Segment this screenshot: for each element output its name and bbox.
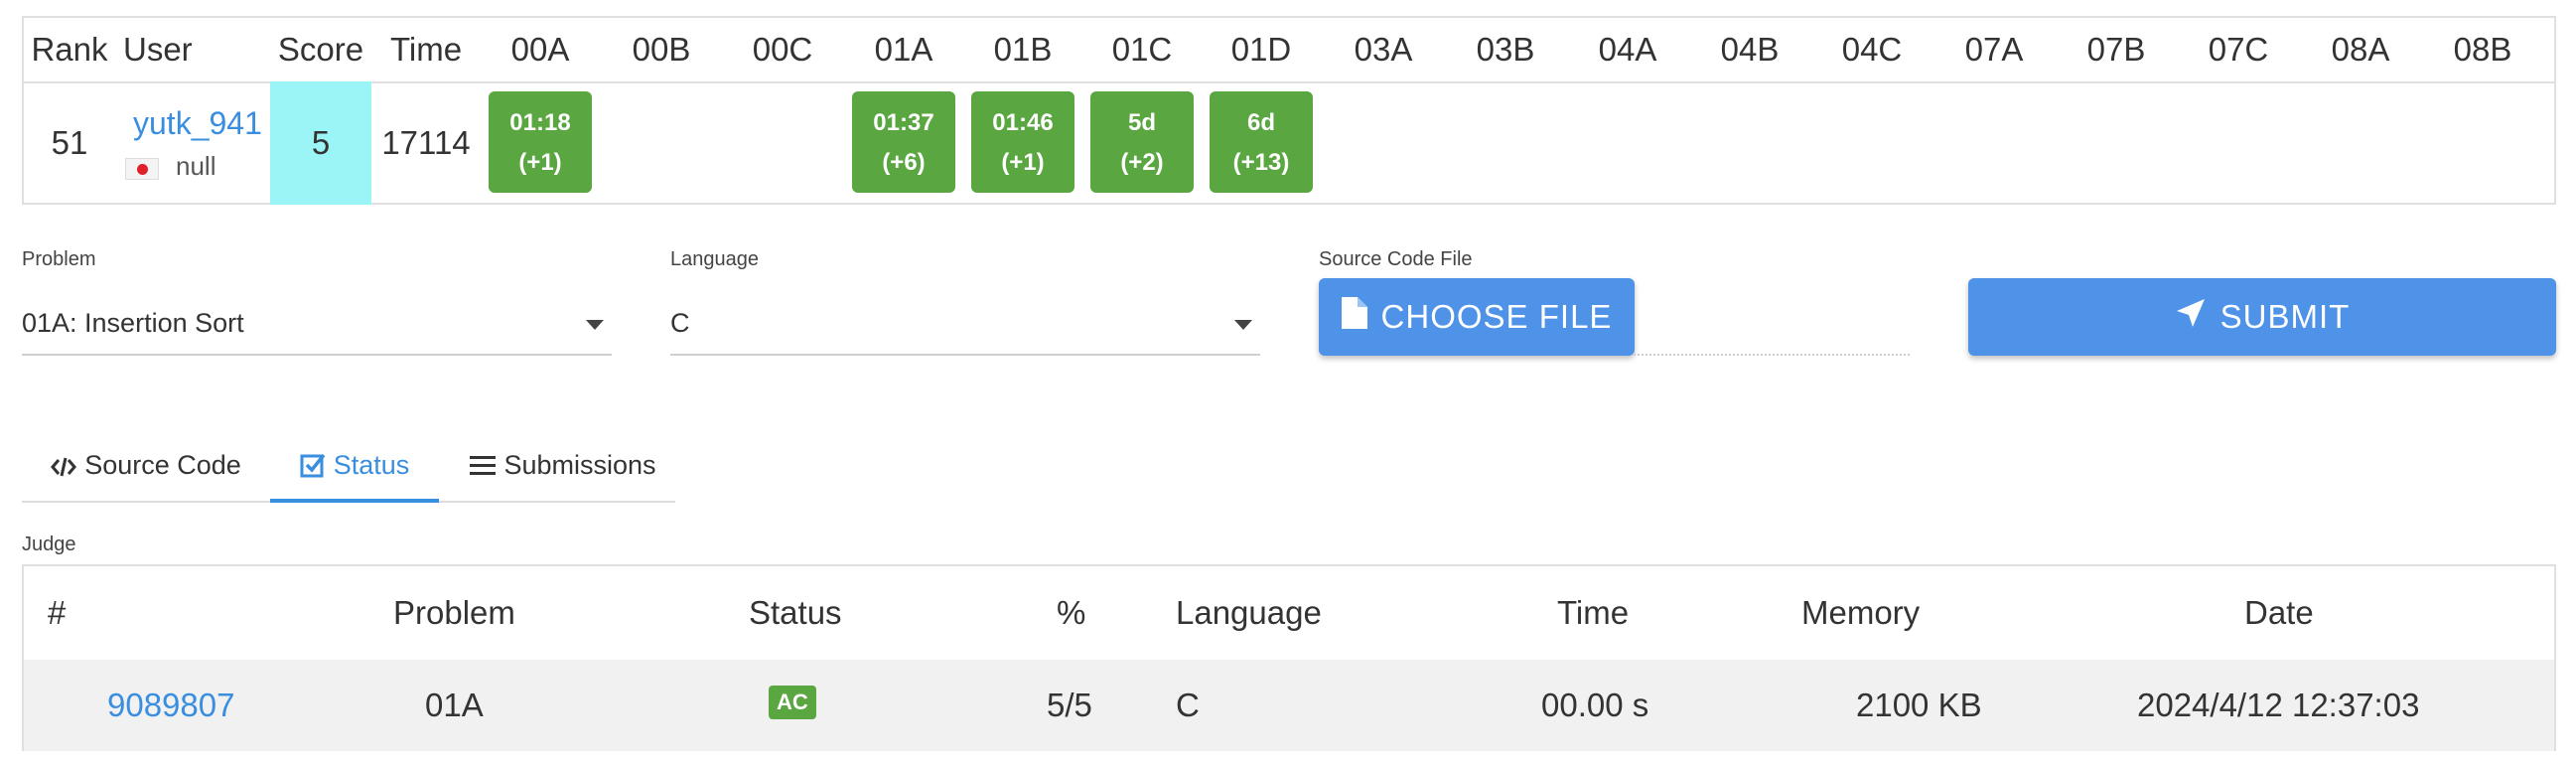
solved-cell-00a: 01:18 (+1) [489,91,592,193]
row-date: 2024/4/12 12:37:03 [2137,687,2420,723]
solved-cell-01c: 5d (+2) [1090,91,1194,193]
source-file-label: Source Code File [1319,248,1473,270]
row-percent: 5/5 [1047,687,1092,723]
header-problem[interactable]: 04C [1820,18,1924,81]
user-link[interactable]: yutk_941 [133,105,262,142]
header-problem[interactable]: 01C [1090,18,1194,81]
header-percent: % [1057,594,1086,631]
judge-header: # Problem Status % Language Time Memory … [24,566,2554,662]
tab-status-label: Status [333,450,410,480]
choose-file-label: CHOOSE FILE [1380,298,1613,335]
tab-submissions[interactable]: Submissions [449,435,677,501]
file-icon [1341,297,1367,337]
header-problem[interactable]: 04B [1698,18,1801,81]
code-icon [51,457,77,477]
language-select-value: C [670,308,690,338]
row-time: 00.00 s [1541,687,1649,723]
row-language: C [1176,687,1200,723]
header-problem[interactable]: 03B [1454,18,1557,81]
header-problem[interactable]: 07A [1942,18,2046,81]
tab-submissions-label: Submissions [503,450,656,480]
header-problem[interactable]: 01A [852,18,955,81]
standings-table: Rank User Score Time 00A 00B 00C 01A 01B… [22,16,2556,205]
row-memory: 2100 KB [1856,687,1982,723]
cell-time: 01:37 [873,109,934,136]
table-row: 9089807 01A AC 5/5 C 00.00 s 2100 KB 202… [24,660,2554,751]
header-problem[interactable]: 07B [2065,18,2168,81]
solved-cell-01b: 01:46 (+1) [971,91,1074,193]
submit-label: SUBMIT [2219,298,2351,335]
cell-time: 01:18 [509,109,571,136]
header-problem[interactable]: 08A [2309,18,2412,81]
header-problem[interactable]: 07C [2187,18,2290,81]
score-value: 5 [270,81,371,205]
user-affiliation: null [176,151,216,181]
tab-status[interactable]: Status [270,435,439,503]
header-time: Time [389,31,463,68]
solved-cell-01d: 6d (+13) [1210,91,1313,193]
status-badge: AC [769,686,816,719]
send-icon [2175,297,2207,337]
chevron-down-icon [586,320,604,330]
language-select[interactable]: C [670,290,1260,356]
header-num: # [48,594,67,631]
cell-time: 6d [1246,109,1275,136]
cell-penalty: (+6) [882,149,926,176]
header-user: User [123,31,193,68]
header-problem[interactable]: 03A [1332,18,1435,81]
problem-label: Problem [22,248,96,270]
choose-file-button[interactable]: CHOOSE FILE [1319,278,1635,356]
tab-source-code-label: Source Code [84,450,241,480]
header-date: Date [2244,594,2314,631]
problem-select-value: 01A: Insertion Sort [22,308,244,338]
row-problem: 01A [425,687,484,723]
file-name-field [1634,354,1910,356]
submission-id-link[interactable]: 9089807 [107,660,234,751]
solved-cell-01a: 01:37 (+6) [852,91,955,193]
header-rank: Rank [31,31,108,68]
list-icon [470,456,497,475]
cell-penalty: (+1) [518,149,562,176]
header-problem[interactable]: 01B [971,18,1074,81]
judge-table: # Problem Status % Language Time Memory … [22,564,2556,751]
language-label: Language [670,248,759,270]
standings-row: 51 yutk_941 null 5 17114 01:18 (+1) 01:3… [24,81,2554,205]
cell-time: 5d [1127,109,1156,136]
header-memory: Memory [1801,594,1921,631]
header-problem[interactable]: 00B [610,18,713,81]
header-time: Time [1557,594,1630,631]
chevron-down-icon [1234,320,1252,330]
header-problem[interactable]: 04A [1576,18,1679,81]
cell-penalty: (+1) [1001,149,1045,176]
cell-penalty: (+13) [1232,149,1290,176]
submit-button[interactable]: SUBMIT [1968,278,2556,356]
judge-label: Judge [22,534,76,555]
header-problem[interactable]: 08B [2431,18,2534,81]
header-problem[interactable]: 00A [489,18,592,81]
header-language: Language [1176,594,1322,631]
tab-source-code[interactable]: Source Code [22,435,270,501]
time-value: 17114 [381,124,471,161]
cell-time: 01:46 [992,109,1054,136]
rank-value: 51 [51,124,88,161]
header-problem[interactable]: 00C [731,18,834,81]
problem-select[interactable]: 01A: Insertion Sort [22,290,612,356]
cell-penalty: (+2) [1120,149,1164,176]
standings-header: Rank User Score Time 00A 00B 00C 01A 01B… [24,18,2554,83]
checkbox-icon [300,453,326,478]
header-problem[interactable]: 01D [1210,18,1313,81]
header-status: Status [749,594,842,631]
header-score: Score [277,31,364,68]
header-problem: Problem [393,594,515,631]
result-tabs: Source Code Status Submissions [22,435,675,503]
japan-flag-icon [125,158,159,180]
